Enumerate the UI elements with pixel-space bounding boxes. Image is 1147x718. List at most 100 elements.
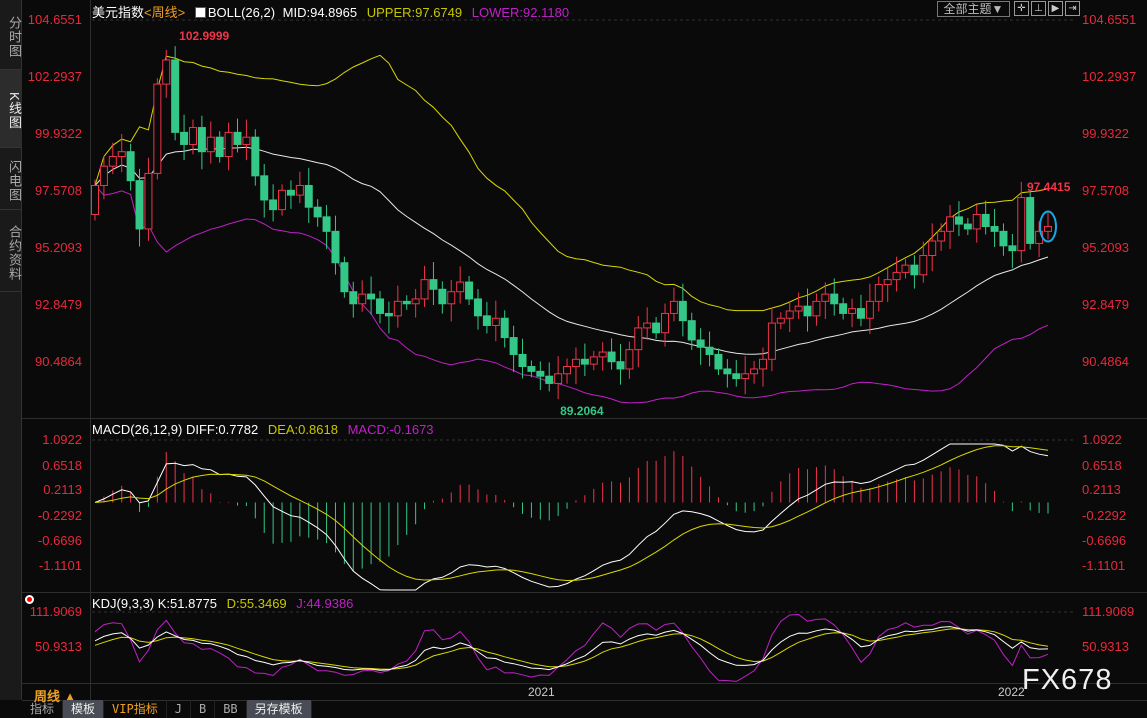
macd-diff: DIFF:0.7782: [185, 422, 259, 437]
indicator-icon[interactable]: [194, 7, 206, 18]
theme-dropdown[interactable]: 全部主题▼: [937, 1, 1010, 17]
candle-body: [901, 264, 910, 273]
macd-tick: 1.0922: [1082, 432, 1122, 447]
candle-body: [874, 283, 883, 302]
candle-body: [349, 291, 358, 305]
candle-body: [598, 351, 607, 358]
candle-body: [963, 223, 972, 230]
x-label-2022: 2022: [998, 685, 1025, 699]
candle-body: [473, 298, 482, 317]
candle-body: [313, 206, 322, 218]
candle-body: [856, 308, 865, 319]
candle-body: [304, 184, 313, 208]
candle-body: [589, 356, 598, 365]
candle-body: [295, 184, 304, 196]
candle-body: [153, 83, 162, 174]
candle-body: [144, 172, 153, 230]
candle-body: [580, 358, 589, 365]
period-label: <周线>: [144, 5, 186, 20]
instrument-name: 美元指数: [92, 5, 145, 20]
tab-save-template[interactable]: 另存模板: [246, 700, 312, 718]
candle-body: [99, 165, 108, 186]
tab-indicators[interactable]: 指标: [22, 700, 64, 718]
candle-body: [919, 254, 928, 276]
chart-canvas[interactable]: 102.9999 89.2064 97.4415: [0, 0, 1147, 683]
candle-body: [1044, 226, 1052, 232]
candle-body: [678, 300, 687, 322]
macd-tick: -1.1101: [38, 558, 82, 573]
macd-label: MACD(26,12,9): [92, 422, 183, 437]
candle-body: [180, 131, 189, 145]
candle-body: [215, 136, 224, 158]
candle-body: [188, 127, 197, 145]
candle-body: [197, 127, 206, 153]
candle-body: [892, 271, 901, 281]
candle-body: [910, 264, 919, 276]
candle-body: [340, 262, 349, 293]
tab-bb[interactable]: BB: [215, 700, 247, 718]
candle-body: [206, 136, 215, 153]
candle-body: [954, 216, 963, 225]
candle-body: [705, 346, 714, 355]
candle-body: [500, 317, 509, 339]
macd-value: MACD:-0.1673: [347, 422, 434, 437]
candle-body: [286, 189, 295, 196]
zoom-in-icon[interactable]: ⊥: [1031, 1, 1046, 16]
candle-body: [420, 279, 429, 300]
tab-vip-indicators[interactable]: VIP指标: [104, 700, 167, 718]
boll-mid-line: [94, 146, 1049, 355]
crosshair-icon[interactable]: ✛: [1014, 1, 1029, 16]
low-annotation: 89.2064: [560, 404, 604, 418]
price-tick: 92.8479: [1082, 297, 1129, 313]
candle-body: [661, 312, 670, 334]
candle-body: [117, 151, 126, 158]
bottom-tab-bar: 指标 模板 VIP指标 J B BB 另存模板: [22, 700, 1147, 718]
price-tick: 92.8479: [35, 297, 82, 313]
candle-body: [456, 281, 465, 293]
x-label-2021: 2021: [528, 685, 555, 699]
macd-tick: 1.0922: [42, 432, 82, 447]
candle-body: [393, 300, 402, 317]
candle-body: [278, 189, 287, 211]
candle-body: [830, 293, 839, 305]
candle-body: [438, 288, 447, 305]
kdj-tick: 50.9313: [35, 639, 82, 654]
indicator-alert-icon[interactable]: [25, 595, 34, 604]
candle-body: [563, 366, 572, 375]
macd-tick: -1.1101: [1082, 558, 1126, 573]
tab-templates[interactable]: 模板: [63, 700, 105, 718]
tab-j[interactable]: J: [167, 700, 191, 718]
kdj-j: J:44.9386: [296, 596, 354, 611]
candle-body: [527, 366, 536, 372]
high-annotation: 102.9999: [179, 29, 229, 43]
macd-tick: 0.6518: [1082, 458, 1122, 473]
boll-mid: MID:94.8965: [282, 5, 358, 20]
candle-body: [937, 230, 946, 242]
macd-tick: -0.2292: [37, 508, 82, 523]
boll-upper: UPPER:97.6749: [366, 5, 463, 20]
last-high-annotation: 97.4415: [1027, 180, 1071, 194]
price-tick: 102.2937: [27, 69, 82, 84]
play-icon[interactable]: ▶: [1048, 1, 1063, 16]
candle-body: [625, 349, 634, 370]
candle-body: [812, 300, 821, 317]
price-tick: 90.4864: [1082, 354, 1129, 370]
candle-body: [171, 59, 180, 133]
candle-body: [999, 230, 1008, 247]
candle-body: [794, 305, 803, 312]
candle-body: [384, 312, 393, 317]
candle-body: [518, 353, 527, 368]
candle-body: [714, 353, 723, 370]
price-tick: 104.6551: [27, 12, 82, 27]
candle-body: [981, 213, 990, 228]
candle-body: [554, 373, 563, 384]
candle-body: [750, 368, 759, 375]
tab-b[interactable]: B: [191, 700, 216, 718]
kdj-d: D:55.3469: [226, 596, 287, 611]
candle-body: [367, 293, 376, 300]
candle-body: [242, 136, 251, 145]
macd-tick: -0.6696: [37, 533, 82, 548]
candle-body: [696, 339, 705, 348]
move-right-icon[interactable]: ⇥: [1065, 1, 1080, 16]
candle-body: [607, 351, 616, 363]
